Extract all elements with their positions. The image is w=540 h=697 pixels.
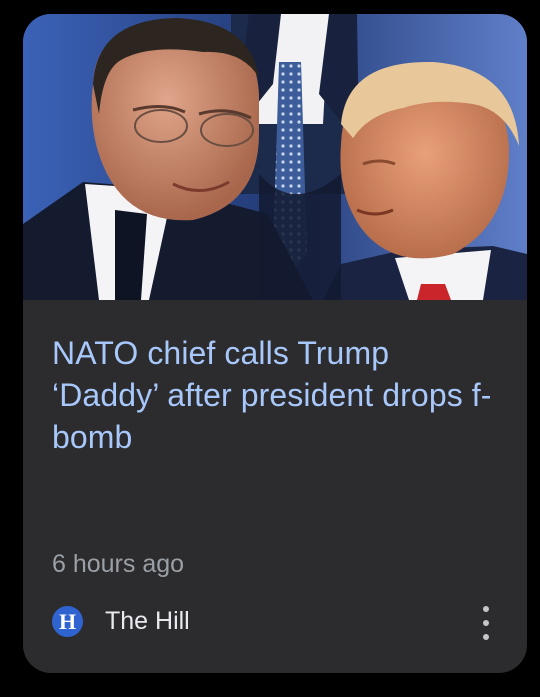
article-timestamp: 6 hours ago bbox=[52, 550, 185, 578]
news-card[interactable]: NATO chief calls Trump ‘Daddy’ after pre… bbox=[23, 14, 527, 673]
more-dot bbox=[483, 606, 489, 612]
more-dot bbox=[483, 634, 489, 640]
more-vert-icon[interactable] bbox=[479, 606, 493, 640]
article-source[interactable]: H The Hill bbox=[52, 606, 190, 637]
more-dot bbox=[483, 620, 489, 626]
source-name: The Hill bbox=[105, 607, 190, 635]
article-headline[interactable]: NATO chief calls Trump ‘Daddy’ after pre… bbox=[52, 332, 502, 458]
article-thumbnail[interactable] bbox=[23, 14, 527, 300]
the-hill-logo-icon: H bbox=[52, 606, 83, 637]
article-photo-illustration bbox=[23, 14, 527, 300]
